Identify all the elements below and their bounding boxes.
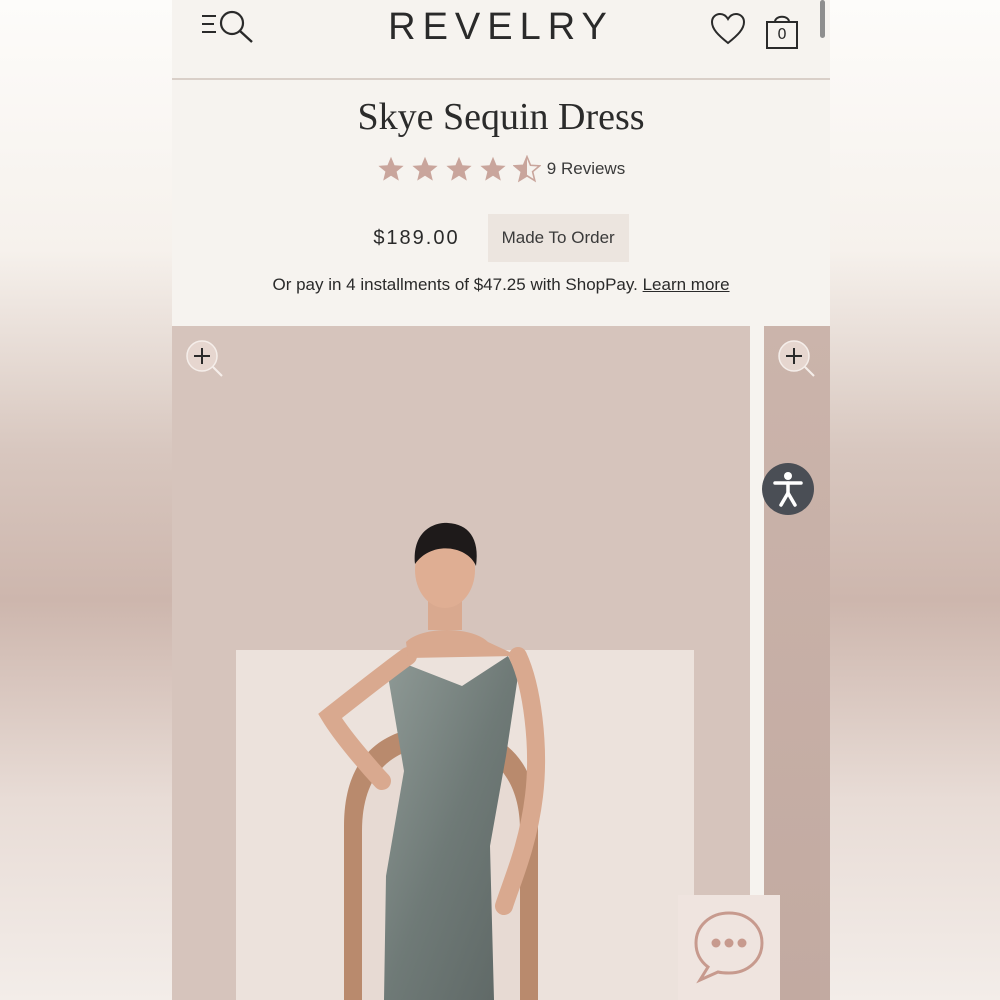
installments-info: Or pay in 4 installments of $47.25 with … [172,275,830,295]
heart-icon[interactable] [710,12,746,46]
product-page: REVELRY 0 Skye Sequin Dress 9 Reviews $1… [172,0,830,1000]
star-rating[interactable] [377,155,541,183]
learn-more-link[interactable]: Learn more [643,275,730,294]
star-icon [480,156,506,181]
cart-button[interactable]: 0 [764,10,800,50]
product-title: Skye Sequin Dress [357,96,645,138]
zoom-icon[interactable] [184,338,224,378]
made-to-order-badge: Made To Order [487,214,629,262]
star-icon [378,156,404,181]
half-star-icon [512,155,541,183]
scrollbar[interactable] [820,0,825,38]
installments-text: Or pay in 4 installments of $47.25 with … [272,275,638,294]
chat-button[interactable] [678,895,780,1000]
reviews-link[interactable]: 9 Reviews [547,159,625,179]
price-row: $189.00 Made To Order [172,214,830,262]
accessibility-icon [773,472,803,507]
rating-row: 9 Reviews [172,155,830,183]
star-icon [446,156,472,181]
product-photo [172,326,750,1000]
accessibility-button[interactable] [762,463,814,515]
product-image-main[interactable] [172,326,750,1000]
product-price: $189.00 [373,226,460,249]
cart-count: 0 [777,25,787,43]
site-header: REVELRY 0 [172,0,830,80]
zoom-icon[interactable] [776,338,816,378]
star-icon [412,156,438,181]
chat-icon [694,911,764,984]
